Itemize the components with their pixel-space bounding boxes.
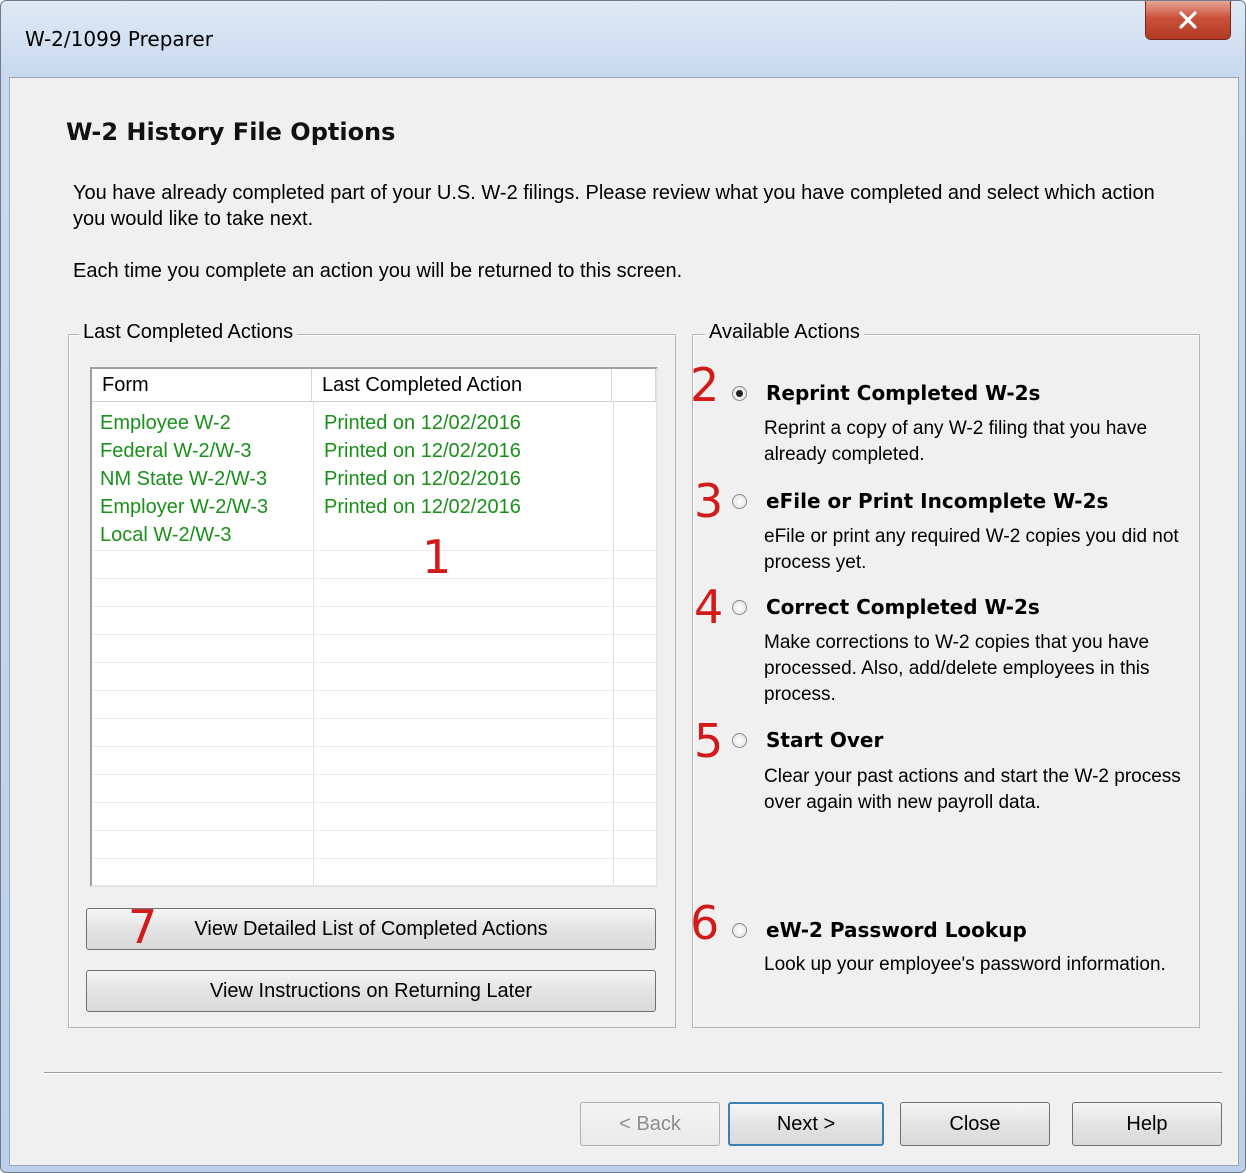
- available-actions-legend: Available Actions: [705, 321, 864, 344]
- window-title: W-2/1099 Preparer: [25, 27, 213, 51]
- efile-radio[interactable]: [732, 494, 747, 509]
- row-gridline: [92, 550, 656, 551]
- start-over-radio[interactable]: [732, 733, 747, 748]
- form-cell: Employee W-2: [100, 412, 231, 434]
- column-header-empty: [612, 369, 656, 401]
- footer-separator: [44, 1072, 1222, 1074]
- row-gridline: [92, 858, 656, 859]
- table-row[interactable]: Employee W-2 Printed on 12/02/2016: [92, 409, 656, 437]
- action-cell: Printed on 12/02/2016: [324, 440, 521, 462]
- page-heading: W-2 History File Options: [66, 118, 396, 146]
- password-lookup-option-desc: Look up your employee's password informa…: [764, 954, 1166, 975]
- annotation-2: 2: [690, 358, 720, 412]
- row-gridline: [92, 718, 656, 719]
- annotation-6: 6: [690, 896, 720, 950]
- row-gridline: [92, 690, 656, 691]
- row-gridline: [92, 802, 656, 803]
- row-gridline: [92, 774, 656, 775]
- close-icon: [1179, 11, 1197, 29]
- reprint-radio[interactable]: [732, 386, 747, 401]
- table-row[interactable]: Federal W-2/W-3 Printed on 12/02/2016: [92, 437, 656, 465]
- reprint-option-desc: Reprint a copy of any W-2 filing that yo…: [764, 418, 1148, 465]
- annotation-7: 7: [128, 900, 158, 954]
- reprint-option-title[interactable]: Reprint Completed W-2s: [766, 381, 1040, 405]
- action-cell: Printed on 12/02/2016: [324, 412, 521, 434]
- intro-text: You have already completed part of your …: [73, 182, 1155, 230]
- row-gridline: [92, 662, 656, 663]
- next-button[interactable]: Next >: [728, 1102, 884, 1146]
- correct-radio[interactable]: [732, 600, 747, 615]
- password-lookup-option-title[interactable]: eW-2 Password Lookup: [766, 918, 1027, 942]
- row-gridline: [92, 830, 656, 831]
- efile-option-title[interactable]: eFile or Print Incomplete W-2s: [766, 489, 1108, 513]
- radio-selected-dot: [736, 390, 743, 397]
- annotation-3: 3: [694, 474, 724, 528]
- return-note-text: Each time you complete an action you wil…: [73, 260, 683, 282]
- annotation-5: 5: [694, 714, 724, 768]
- form-cell: Employer W-2/W-3: [100, 496, 269, 518]
- last-completed-actions-legend: Last Completed Actions: [79, 321, 298, 344]
- window-close-button[interactable]: [1145, 1, 1231, 40]
- form-cell: NM State W-2/W-3: [100, 468, 268, 490]
- list-header: Form Last Completed Action: [92, 369, 656, 402]
- dialog-window: W-2/1099 Preparer W-2 History File Optio…: [0, 0, 1246, 1173]
- column-header-last-action[interactable]: Last Completed Action: [312, 369, 612, 401]
- table-row[interactable]: NM State W-2/W-3 Printed on 12/02/2016: [92, 465, 656, 493]
- back-button[interactable]: < Back: [580, 1102, 720, 1146]
- start-over-option-title[interactable]: Start Over: [766, 728, 883, 752]
- title-bar: W-2/1099 Preparer: [1, 1, 1245, 77]
- dialog-content: W-2 History File Options You have alread…: [9, 77, 1239, 1166]
- row-gridline: [92, 606, 656, 607]
- correct-option-title[interactable]: Correct Completed W-2s: [766, 595, 1040, 619]
- action-cell: Printed on 12/02/2016: [324, 496, 521, 518]
- form-cell: Local W-2/W-3: [100, 524, 232, 546]
- row-gridline: [92, 746, 656, 747]
- start-over-option-desc: Clear your past actions and start the W-…: [764, 766, 1181, 813]
- view-detailed-list-button[interactable]: View Detailed List of Completed Actions: [86, 908, 656, 950]
- view-instructions-button[interactable]: View Instructions on Returning Later: [86, 970, 656, 1012]
- password-lookup-radio[interactable]: [732, 923, 747, 938]
- close-button[interactable]: Close: [900, 1102, 1050, 1146]
- form-cell: Federal W-2/W-3: [100, 440, 252, 462]
- completed-actions-list[interactable]: Form Last Completed Action Employee W-2 …: [90, 367, 658, 887]
- action-cell: Printed on 12/02/2016: [324, 468, 521, 490]
- efile-option-desc: eFile or print any required W-2 copies y…: [764, 526, 1179, 573]
- correct-option-desc: Make corrections to W-2 copies that you …: [764, 632, 1150, 705]
- row-gridline: [92, 634, 656, 635]
- row-gridline: [92, 578, 656, 579]
- help-button[interactable]: Help: [1072, 1102, 1222, 1146]
- annotation-4: 4: [694, 580, 724, 634]
- annotation-1: 1: [422, 530, 452, 584]
- column-header-form[interactable]: Form: [92, 369, 312, 401]
- table-row[interactable]: Employer W-2/W-3 Printed on 12/02/2016: [92, 493, 656, 521]
- table-row[interactable]: Local W-2/W-3: [92, 521, 656, 549]
